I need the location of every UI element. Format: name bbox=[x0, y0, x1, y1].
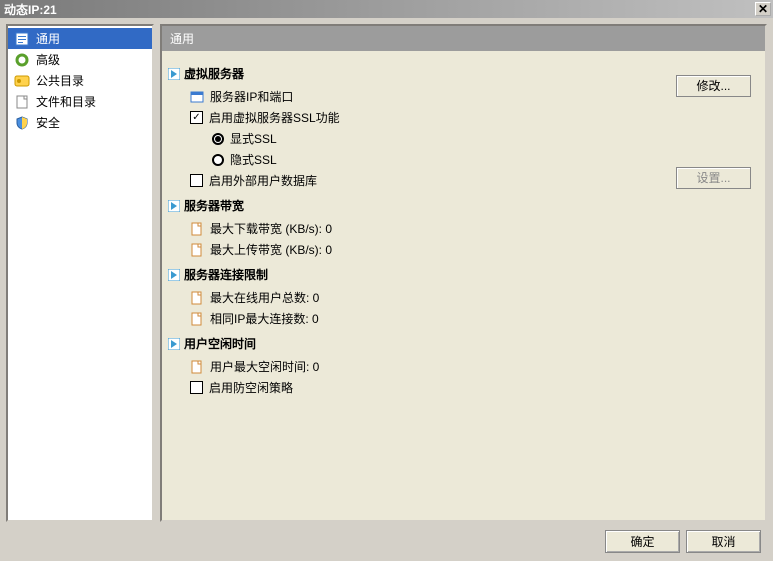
file-icon bbox=[14, 94, 30, 110]
arrow-right-icon bbox=[168, 68, 180, 80]
row-label: 最大在线用户总数: 0 bbox=[210, 289, 319, 306]
section-title: 服务器连接限制 bbox=[184, 266, 268, 283]
dialog-body: 通用 高级 公共目录 文件和目录 bbox=[0, 18, 773, 561]
page-icon bbox=[190, 243, 204, 257]
row-enable-ssl[interactable]: ✓ 启用虚拟服务器SSL功能 bbox=[168, 107, 759, 128]
gear-icon bbox=[14, 52, 30, 68]
modify-button[interactable]: 修改... bbox=[676, 75, 751, 97]
row-max-upload[interactable]: 最大上传带宽 (KB/s): 0 bbox=[168, 239, 759, 260]
row-label: 用户最大空闲时间: 0 bbox=[210, 358, 319, 375]
row-label: 启用虚拟服务器SSL功能 bbox=[209, 109, 340, 126]
close-button[interactable]: ✕ bbox=[755, 2, 771, 16]
row-max-online[interactable]: 最大在线用户总数: 0 bbox=[168, 287, 759, 308]
row-same-ip[interactable]: 相同IP最大连接数: 0 bbox=[168, 308, 759, 329]
row-explicit-ssl[interactable]: 显式SSL bbox=[168, 128, 759, 149]
row-server-ip-port[interactable]: 服务器IP和端口 bbox=[168, 86, 759, 107]
sidebar-item-advanced[interactable]: 高级 bbox=[8, 49, 152, 70]
row-max-download[interactable]: 最大下载带宽 (KB/s): 0 bbox=[168, 218, 759, 239]
main-area: 通用 高级 公共目录 文件和目录 bbox=[6, 24, 767, 522]
section-title: 服务器带宽 bbox=[184, 197, 244, 214]
key-icon bbox=[14, 73, 30, 89]
sidebar: 通用 高级 公共目录 文件和目录 bbox=[6, 24, 154, 522]
row-label: 启用防空闲策略 bbox=[209, 379, 293, 396]
section-idle: 用户空闲时间 bbox=[168, 335, 759, 352]
arrow-right-icon bbox=[168, 338, 180, 350]
sidebar-item-label: 公共目录 bbox=[36, 72, 84, 89]
content-body: 虚拟服务器 修改... 服务器IP和端口 ✓ 启用虚拟服务器SSL功能 显式SS… bbox=[162, 51, 765, 520]
dialog-button-bar: 确定 取消 bbox=[6, 528, 767, 555]
section-connection-limit: 服务器连接限制 bbox=[168, 266, 759, 283]
row-label: 最大上传带宽 (KB/s): 0 bbox=[210, 241, 332, 258]
checkbox-icon[interactable] bbox=[190, 174, 203, 187]
settings-button: 设置... bbox=[676, 167, 751, 189]
radio-selected-icon[interactable] bbox=[212, 133, 224, 145]
section-virtual-server: 虚拟服务器 bbox=[168, 65, 759, 82]
section-title: 用户空闲时间 bbox=[184, 335, 256, 352]
sidebar-item-label: 安全 bbox=[36, 114, 60, 131]
section-bandwidth: 服务器带宽 bbox=[168, 197, 759, 214]
sidebar-item-label: 文件和目录 bbox=[36, 93, 96, 110]
row-label: 相同IP最大连接数: 0 bbox=[210, 310, 319, 327]
row-label: 显式SSL bbox=[230, 130, 277, 147]
content-heading: 通用 bbox=[162, 26, 765, 51]
content-panel: 通用 虚拟服务器 修改... 服务器IP和端口 ✓ bbox=[160, 24, 767, 522]
arrow-right-icon bbox=[168, 269, 180, 281]
sidebar-item-label: 高级 bbox=[36, 51, 60, 68]
row-label: 服务器IP和端口 bbox=[210, 88, 293, 105]
window-title: 动态IP:21 bbox=[4, 1, 57, 18]
page-icon bbox=[190, 291, 204, 305]
page-icon bbox=[190, 360, 204, 374]
row-label: 最大下载带宽 (KB/s): 0 bbox=[210, 220, 332, 237]
row-implicit-ssl[interactable]: 隐式SSL bbox=[168, 149, 759, 170]
row-enable-ext-db[interactable]: 启用外部用户数据库 bbox=[168, 170, 759, 191]
arrow-right-icon bbox=[168, 200, 180, 212]
row-enable-anti-idle[interactable]: 启用防空闲策略 bbox=[168, 377, 759, 398]
sidebar-item-label: 通用 bbox=[36, 30, 60, 47]
sidebar-item-public-dir[interactable]: 公共目录 bbox=[8, 70, 152, 91]
section-title: 虚拟服务器 bbox=[184, 65, 244, 82]
sidebar-item-general[interactable]: 通用 bbox=[8, 28, 152, 49]
sidebar-item-files-dirs[interactable]: 文件和目录 bbox=[8, 91, 152, 112]
title-bar: 动态IP:21 ✕ bbox=[0, 0, 773, 18]
row-label: 启用外部用户数据库 bbox=[209, 172, 317, 189]
window-icon bbox=[190, 90, 204, 104]
ok-button[interactable]: 确定 bbox=[605, 530, 680, 553]
radio-icon[interactable] bbox=[212, 154, 224, 166]
cancel-button[interactable]: 取消 bbox=[686, 530, 761, 553]
page-icon bbox=[190, 312, 204, 326]
sidebar-item-security[interactable]: 安全 bbox=[8, 112, 152, 133]
shield-icon bbox=[14, 115, 30, 131]
page-icon bbox=[190, 222, 204, 236]
checkbox-icon[interactable] bbox=[190, 381, 203, 394]
close-icon: ✕ bbox=[758, 2, 768, 16]
checkbox-checked-icon[interactable]: ✓ bbox=[190, 111, 203, 124]
row-label: 隐式SSL bbox=[230, 151, 277, 168]
row-max-idle[interactable]: 用户最大空闲时间: 0 bbox=[168, 356, 759, 377]
document-icon bbox=[14, 31, 30, 47]
